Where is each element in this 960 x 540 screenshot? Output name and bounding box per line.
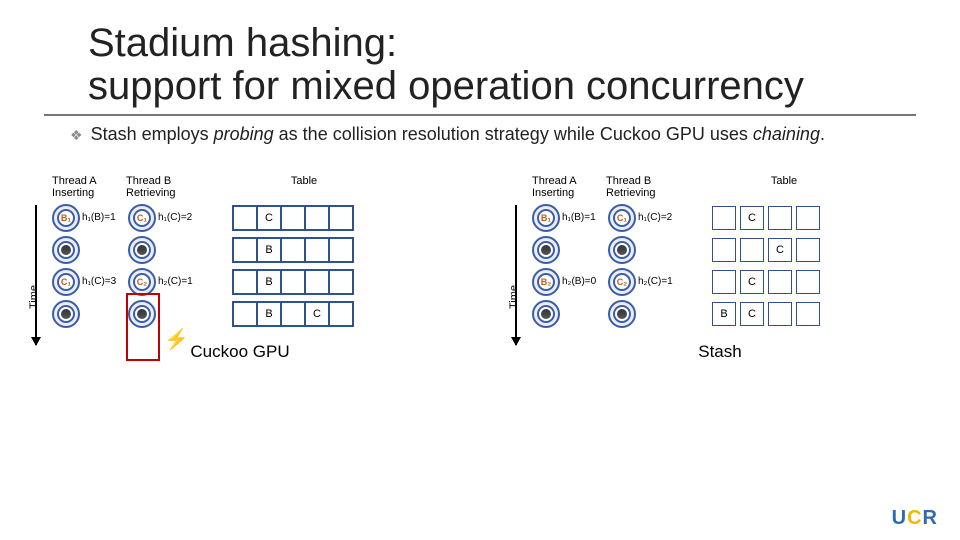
cuckoo-diagram: Time Thread A Inserting Thread B Retriev… (30, 175, 450, 361)
hash-table: BC (232, 301, 354, 327)
hash-label: h₁(B)=1 (82, 212, 126, 223)
diagram-row: B₂h₂(B)=0C₂h₂(C)=1 C (532, 268, 930, 296)
time-axis-stash: Time (508, 205, 522, 345)
table-label: Table (724, 175, 844, 199)
time-axis-cuckoo: Time (28, 205, 42, 345)
hash-label: h₂(B)=0 (562, 276, 606, 287)
thread-node: C₂ (608, 268, 636, 296)
chain-cell (796, 206, 820, 230)
table-cell (305, 270, 329, 294)
thread-node: C₁ (128, 204, 156, 232)
hash-label: h₁(C)=3 (82, 276, 126, 287)
hash-label: h₂(C)=1 (158, 276, 202, 287)
table-cell: C (305, 302, 329, 326)
chain-cell (796, 238, 820, 262)
table-cell (281, 206, 305, 230)
thread-a-label: Thread A Inserting (532, 175, 606, 199)
table-cell (281, 302, 305, 326)
gear-icon (608, 236, 636, 264)
table-cell (329, 238, 353, 262)
thread-b-label: Thread B Retrieving (606, 175, 684, 199)
thread-node: B₂ (532, 268, 560, 296)
chain-cell (712, 270, 736, 294)
chain-cell (768, 302, 792, 326)
hash-chain: C (712, 270, 824, 294)
table-cell: B (257, 270, 281, 294)
chain-cell (768, 270, 792, 294)
diagram-row: C₁h₁(C)=3C₂h₂(C)=1 B (52, 268, 450, 296)
table-cell (233, 270, 257, 294)
table-label: Table (244, 175, 364, 199)
table-cell: C (257, 206, 281, 230)
diagram-row: B (52, 236, 450, 264)
chain-cell: C (740, 206, 764, 230)
thread-node: C₁ (52, 268, 80, 296)
table-cell (281, 270, 305, 294)
thread-node: C₁ (608, 204, 636, 232)
chain-cell: C (768, 238, 792, 262)
bullet-diamond-icon: ❖ (70, 127, 83, 144)
gear-icon (52, 300, 80, 328)
chain-cell (740, 238, 764, 262)
gear-icon (52, 236, 80, 264)
slide-title: Stadium hashing: support for mixed opera… (0, 0, 960, 108)
diagram-row: BC (52, 300, 450, 328)
stash-diagram: Time Thread A Inserting Thread B Retriev… (510, 175, 930, 361)
hash-label: h₁(C)=2 (158, 212, 202, 223)
hash-chain: BC (712, 302, 824, 326)
table-cell (281, 238, 305, 262)
bullet-line: ❖ Stash employs probing as the collision… (0, 116, 960, 145)
hash-label: h₁(B)=1 (562, 212, 606, 223)
table-cell (329, 302, 353, 326)
table-cell (329, 270, 353, 294)
ucr-logo: UCR (892, 507, 938, 530)
diagram-row: B₁h₁(B)=1C₁h₁(C)=2 C (52, 204, 450, 232)
gear-icon (128, 236, 156, 264)
diagram-row: C (532, 236, 930, 264)
gear-icon (532, 300, 560, 328)
cuckoo-sublabel: Cuckoo GPU (30, 342, 450, 362)
table-cell (233, 206, 257, 230)
collision-highlight-box (126, 293, 160, 361)
chain-cell (768, 206, 792, 230)
hash-table: C (232, 205, 354, 231)
thread-b-label: Thread B Retrieving (126, 175, 204, 199)
thread-a-label: Thread A Inserting (52, 175, 126, 199)
gear-icon (532, 236, 560, 264)
gear-icon (608, 300, 636, 328)
hash-chain: C (712, 206, 824, 230)
hash-table: B (232, 269, 354, 295)
thread-node: B₁ (532, 204, 560, 232)
thread-node: B₁ (52, 204, 80, 232)
chain-cell (712, 238, 736, 262)
table-cell: B (257, 302, 281, 326)
chain-cell: B (712, 302, 736, 326)
stash-sublabel: Stash (510, 342, 930, 362)
hash-table: B (232, 237, 354, 263)
chain-cell (796, 302, 820, 326)
table-cell (233, 238, 257, 262)
hash-label: h₁(C)=2 (638, 212, 682, 223)
table-cell (305, 206, 329, 230)
chain-cell (796, 270, 820, 294)
table-cell (329, 206, 353, 230)
collision-lightning-icon: ⚡ (164, 327, 189, 352)
chain-cell: C (740, 270, 764, 294)
table-cell: B (257, 238, 281, 262)
chain-cell (712, 206, 736, 230)
hash-chain: C (712, 238, 824, 262)
chain-cell: C (740, 302, 764, 326)
table-cell (305, 238, 329, 262)
diagram-row: BC (532, 300, 930, 328)
diagram-row: B₁h₁(B)=1C₁h₁(C)=2 C (532, 204, 930, 232)
thread-node: C₂ (128, 268, 156, 296)
hash-label: h₂(C)=1 (638, 276, 682, 287)
table-cell (233, 302, 257, 326)
